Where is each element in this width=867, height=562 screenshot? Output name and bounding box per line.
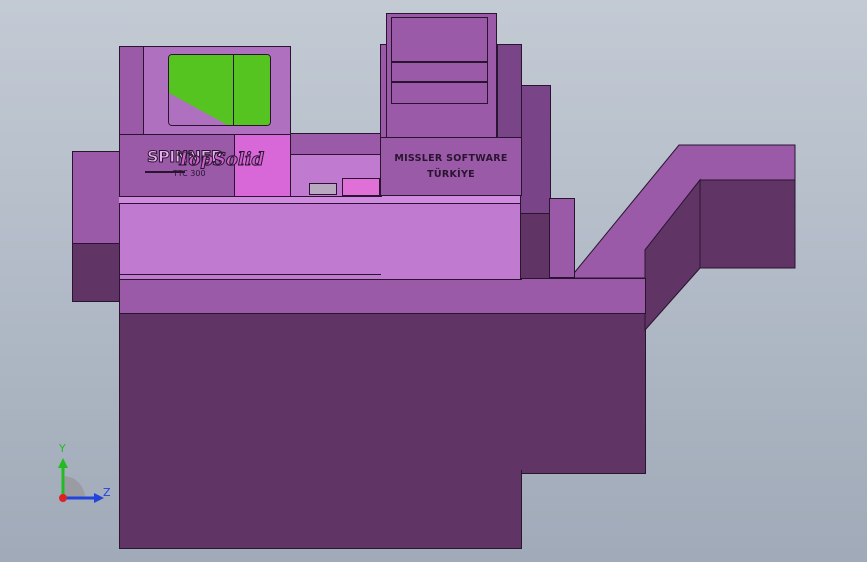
left-side-block-top (72, 151, 121, 244)
machine-main-body (119, 196, 522, 280)
top-cabinet-panel-1 (391, 17, 488, 62)
body-top-strip (119, 196, 522, 204)
axis-triad: Y Z (50, 440, 120, 510)
axis-y-label: Y (59, 442, 66, 455)
cad-viewport[interactable]: SPINNER TopSolid TTC 300 MISSLER SOFTWAR… (0, 0, 867, 562)
brand-logo: SPINNER TopSolid TTC 300 (145, 145, 280, 181)
top-cabinet-panel-2 (391, 62, 488, 82)
right-column-upper (520, 85, 551, 215)
fixture-pink (342, 178, 380, 196)
upper-housing-side-right (497, 45, 521, 137)
front-ledge (119, 278, 646, 314)
control-panel-divider (119, 134, 291, 135)
logo-underline (145, 171, 185, 173)
right-column-lower (520, 213, 551, 279)
back-panel-strip (290, 133, 382, 155)
machine-base-lower-step (119, 470, 522, 549)
right-column-side (549, 198, 575, 278)
body-divider-line (119, 274, 381, 275)
fixture-small-grey (309, 183, 337, 195)
axis-z-label: Z (103, 486, 111, 499)
brand-label-line2: TÜRKİYE (427, 169, 475, 180)
logo-text-topsolid: TopSolid (176, 149, 265, 171)
control-screen (168, 54, 271, 126)
brand-label-line1: MISSLER SOFTWARE (394, 153, 508, 164)
top-cabinet-panel-3 (391, 82, 488, 104)
left-side-block-bottom (72, 243, 121, 302)
